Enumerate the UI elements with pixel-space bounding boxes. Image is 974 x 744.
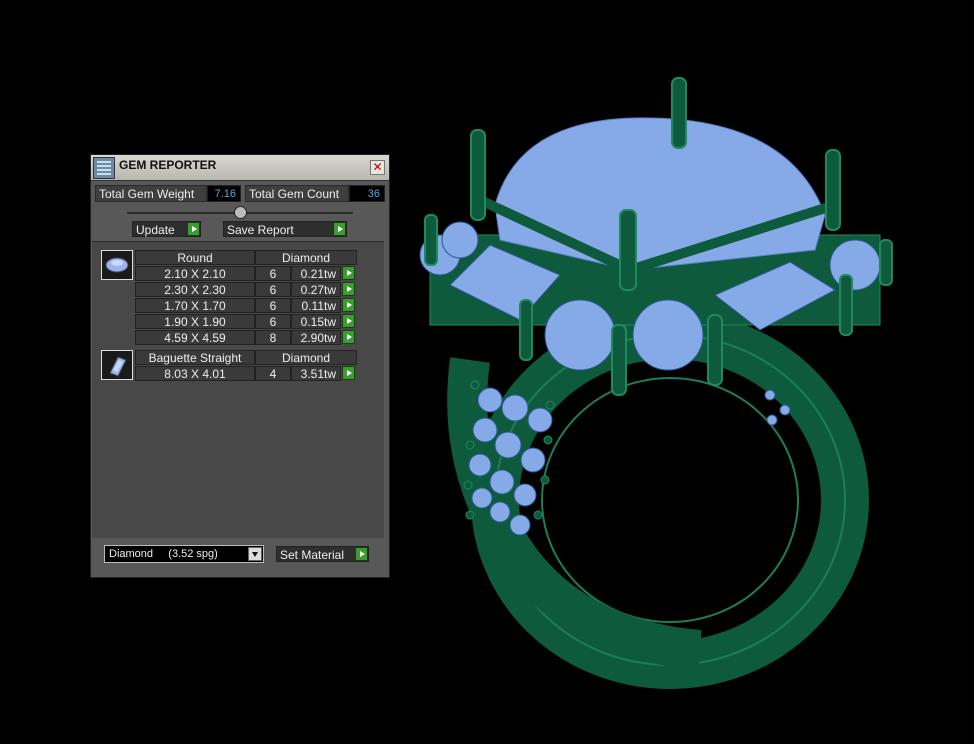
group-shape-header: Baguette Straight [135, 350, 255, 365]
total-gem-count-value: 36 [349, 185, 385, 202]
select-gems-icon[interactable] [342, 266, 355, 280]
select-gems-icon[interactable] [342, 366, 355, 380]
gem-size: 2.10 X 2.10 [135, 266, 255, 281]
select-gems-icon[interactable] [342, 298, 355, 312]
gem-reporter-icon [93, 157, 115, 179]
set-material-button[interactable]: Set Material [276, 546, 369, 562]
ring-render [419, 77, 893, 689]
gem-count: 4 [255, 366, 291, 381]
material-select[interactable]: Diamond (3.52 spg) [104, 545, 264, 563]
gem-size: 2.30 X 2.30 [135, 282, 255, 297]
gem-weight: 0.21tw [291, 266, 341, 281]
save-report-button[interactable]: Save Report [223, 221, 347, 237]
baguette-gem-icon[interactable] [101, 350, 133, 380]
gem-weight: 0.11tw [291, 298, 341, 313]
set-material-label: Set Material [280, 548, 345, 562]
gem-size: 4.59 X 4.59 [135, 330, 255, 345]
chevron-down-icon[interactable] [248, 547, 262, 561]
save-report-label: Save Report [227, 223, 294, 237]
gem-count: 8 [255, 330, 291, 345]
gem-count: 6 [255, 266, 291, 281]
play-arrow-icon [355, 547, 368, 561]
material-select-value: Diamond (3.52 spg) [109, 548, 218, 560]
gem-count: 6 [255, 298, 291, 313]
splitter-handle[interactable] [234, 206, 247, 219]
close-icon[interactable]: ✕ [370, 160, 385, 175]
total-gem-weight-value: 7.16 [207, 185, 241, 202]
gem-size: 1.70 X 1.70 [135, 298, 255, 313]
gem-size: 8.03 X 4.01 [135, 366, 255, 381]
play-arrow-icon [187, 222, 200, 236]
gem-count: 6 [255, 314, 291, 329]
group-shape-header: Round [135, 250, 255, 265]
gem-list[interactable]: Round Diamond 2.10 X 2.10 6 0.21tw 2.30 … [92, 241, 384, 538]
select-gems-icon[interactable] [342, 314, 355, 328]
gem-weight: 3.51tw [291, 366, 341, 381]
update-button[interactable]: Update [132, 221, 201, 237]
round-gem-icon[interactable] [101, 250, 133, 280]
update-label: Update [136, 223, 175, 237]
total-gem-count-label: Total Gem Count [245, 185, 349, 202]
play-arrow-icon [333, 222, 346, 236]
window-title: GEM REPORTER [119, 158, 217, 172]
gem-weight: 2.90tw [291, 330, 341, 345]
title-bar[interactable]: GEM REPORTER ✕ [91, 155, 389, 181]
group-material-header: Diamond [255, 250, 357, 265]
total-gem-weight-label: Total Gem Weight [95, 185, 207, 202]
gem-size: 1.90 X 1.90 [135, 314, 255, 329]
select-gems-icon[interactable] [342, 282, 355, 296]
gem-count: 6 [255, 282, 291, 297]
gem-weight: 0.15tw [291, 314, 341, 329]
gem-reporter-panel: GEM REPORTER ✕ Total Gem Weight 7.16 Tot… [90, 154, 390, 578]
group-material-header: Diamond [255, 350, 357, 365]
gem-weight: 0.27tw [291, 282, 341, 297]
select-gems-icon[interactable] [342, 330, 355, 344]
